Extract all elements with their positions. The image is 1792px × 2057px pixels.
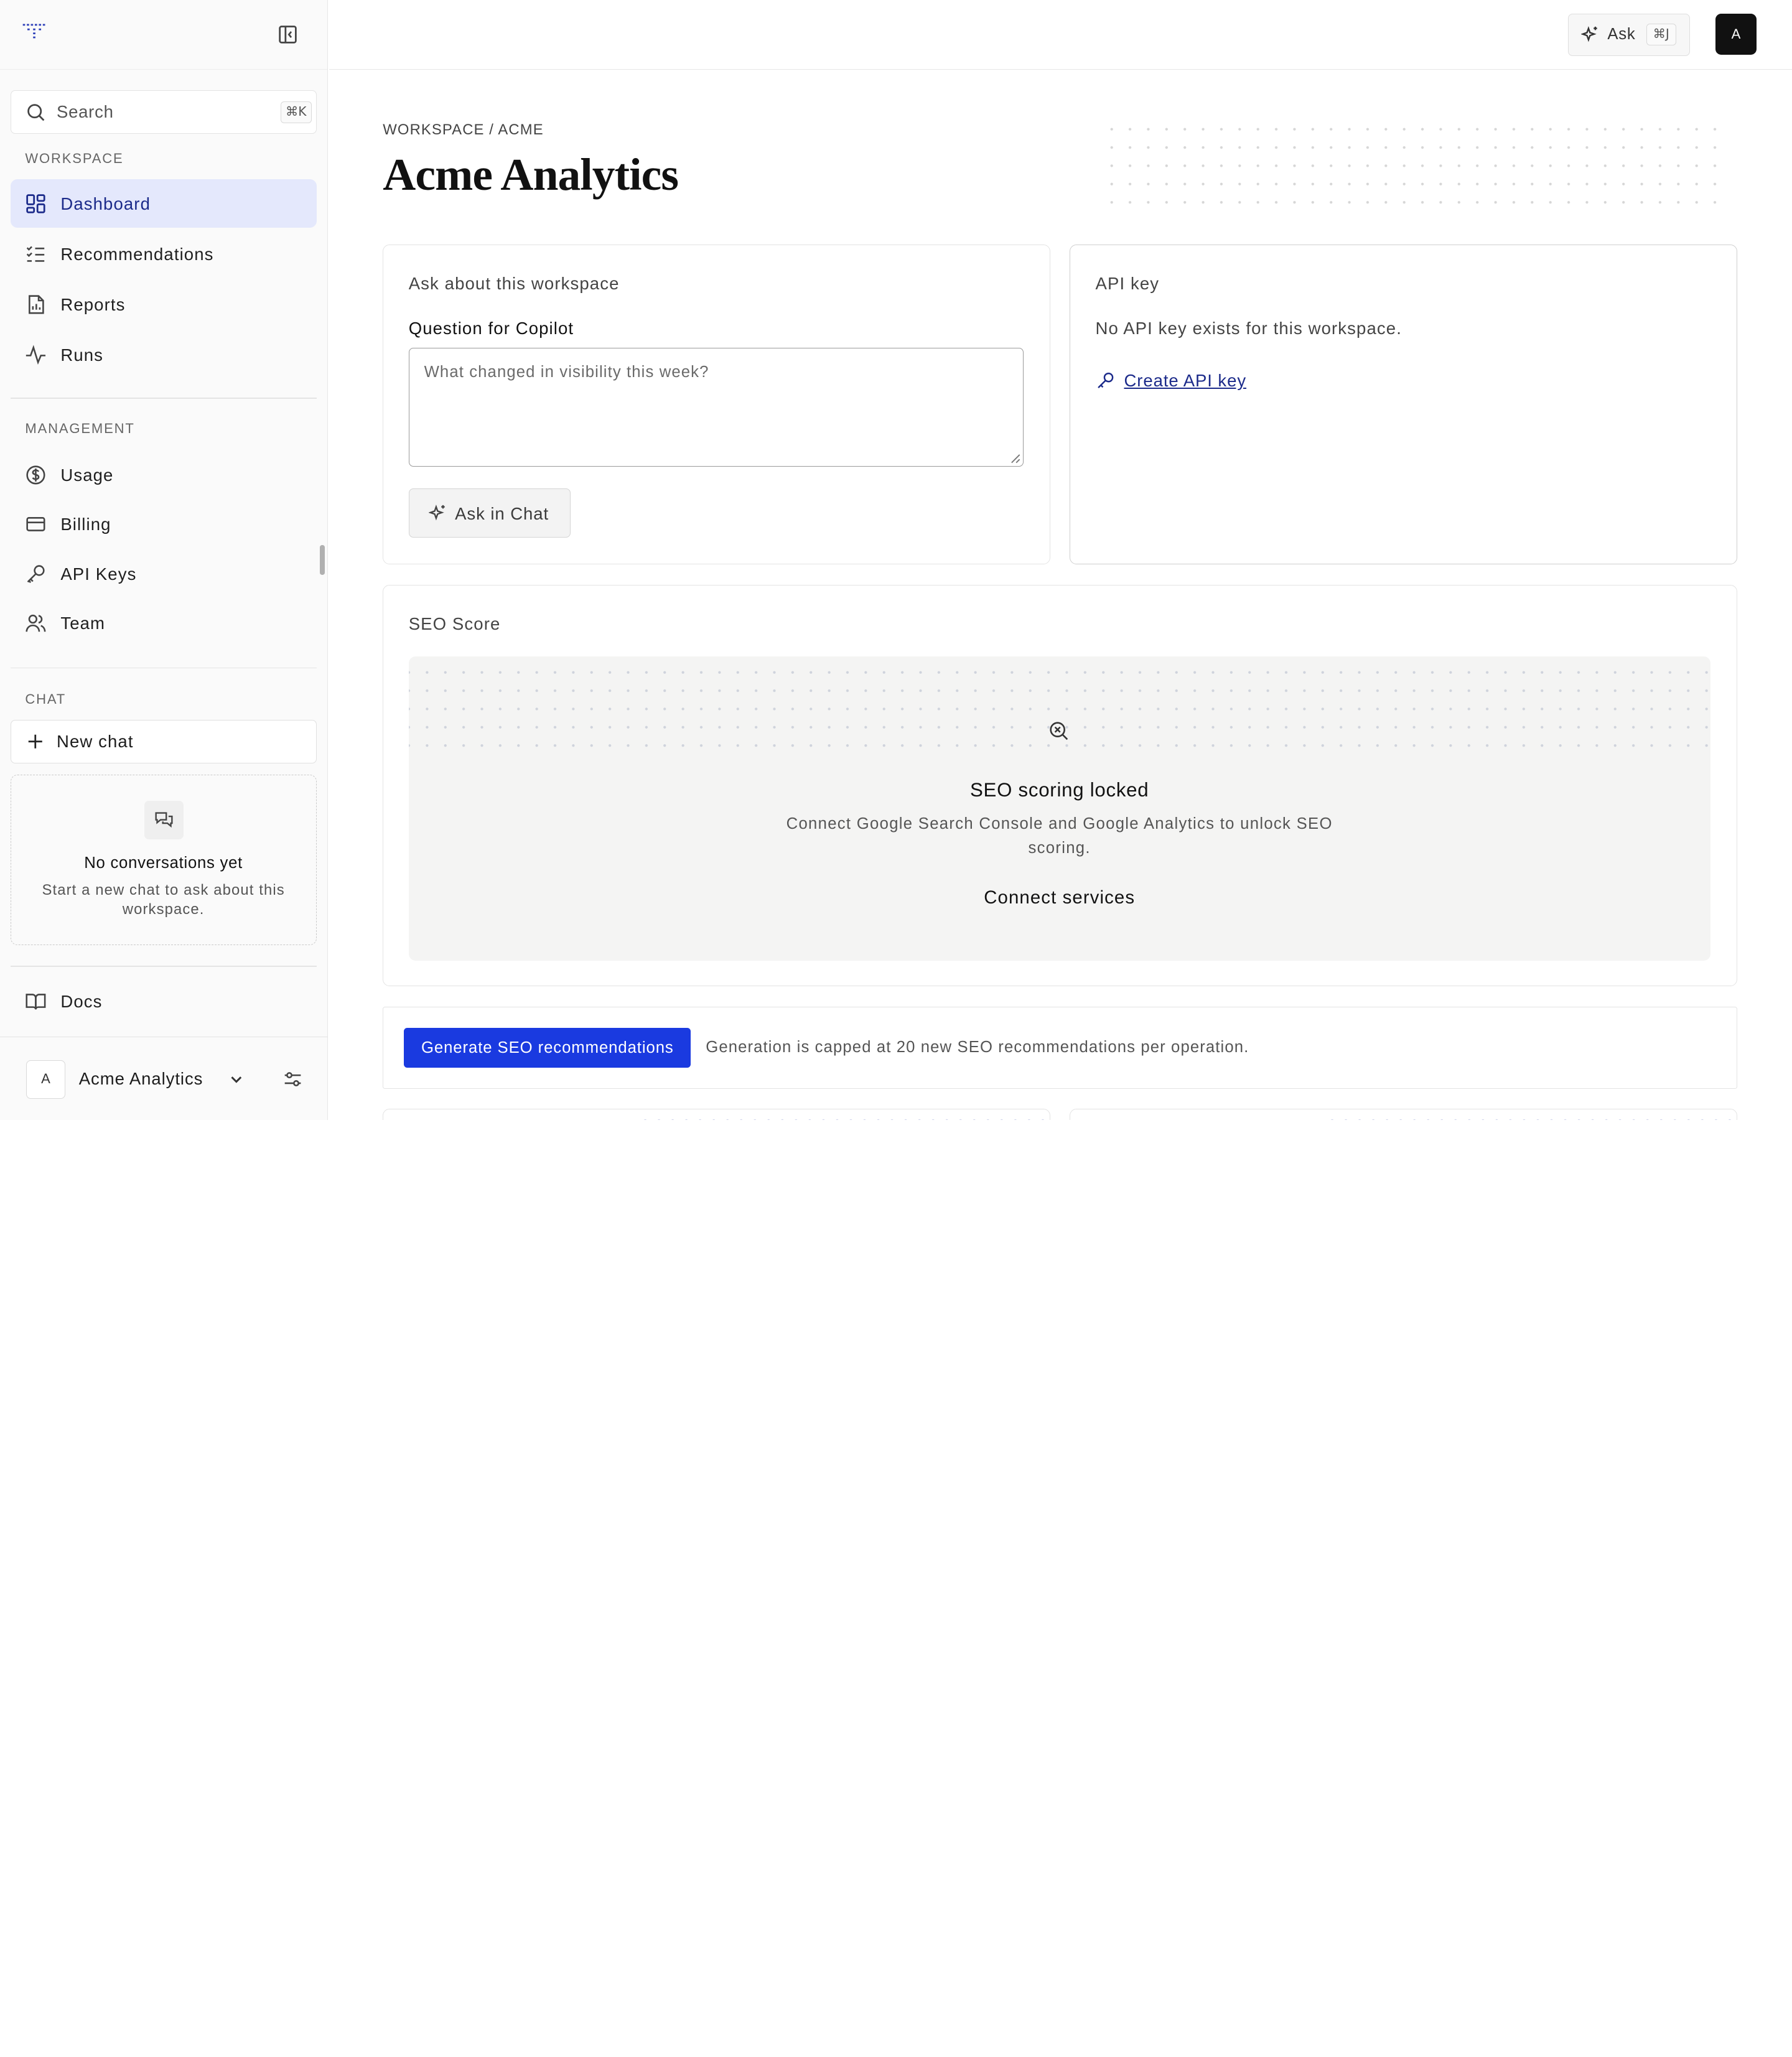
sidebar-divider <box>10 966 317 967</box>
section-label-chat: CHAT <box>25 691 67 707</box>
sidebar-divider <box>10 667 317 669</box>
chevron-down-icon[interactable] <box>228 1071 245 1088</box>
user-avatar[interactable]: A <box>1715 14 1757 55</box>
decorative-dot-grid <box>1325 1113 1737 1120</box>
sidebar-item-runs[interactable]: Runs <box>11 330 317 378</box>
sidebar-item-label: Billing <box>60 514 111 534</box>
book-icon <box>26 994 46 1010</box>
sidebar-item-billing[interactable]: Billing <box>11 500 317 548</box>
plus-icon <box>28 735 43 749</box>
create-api-key-label: Create API key <box>1124 371 1247 391</box>
search-icon <box>27 104 45 121</box>
ask-workspace-card: Ask about this workspace Question for Co… <box>383 245 1050 565</box>
sidebar-item-reports[interactable]: Reports <box>11 280 317 328</box>
sidebar-item-label: Reports <box>60 294 126 314</box>
card-title: API key <box>1095 273 1160 293</box>
connect-services-link[interactable]: Connect services <box>409 887 1710 908</box>
bottom-card-left <box>383 1108 1050 1120</box>
ask-in-chat-label: Ask in Chat <box>455 504 549 524</box>
sidebar-item-label: API Keys <box>60 564 137 584</box>
sidebar-scrollbar[interactable] <box>320 545 325 575</box>
sidebar-item-usage[interactable]: Usage <box>11 450 317 498</box>
key-icon <box>1097 372 1113 389</box>
seo-locked-subtitle: Connect Google Search Console and Google… <box>786 815 1333 857</box>
sidebar-item-label: Recommendations <box>60 245 214 264</box>
activity-icon <box>26 345 46 365</box>
settings-sliders-icon[interactable] <box>282 1069 303 1089</box>
sidebar-header <box>0 0 328 70</box>
sidebar-item-label: Dashboard <box>60 194 151 214</box>
workspace-avatar: A <box>26 1060 65 1099</box>
sidebar-item-label: Docs <box>60 992 103 1012</box>
key-icon <box>27 565 45 584</box>
ask-in-chat-button[interactable]: Ask in Chat <box>408 488 571 538</box>
seo-score-card: SEO Score SEO scoring locked Connect Goo… <box>383 585 1737 987</box>
decorative-dot-grid <box>638 1113 1050 1120</box>
card-title: SEO Score <box>408 614 501 634</box>
app-root: Search ⌘K WORKSPACE Dashboard Recommenda… <box>0 0 1792 1120</box>
search-input[interactable]: Search ⌘K <box>10 90 317 134</box>
new-chat-button[interactable]: New chat <box>10 720 317 763</box>
logo-icon[interactable] <box>21 21 48 44</box>
sparkle-icon <box>1581 26 1597 42</box>
generate-recommendations-bar: Generate SEO recommendations Generation … <box>383 1007 1737 1089</box>
page-title: Acme Analytics <box>383 149 679 200</box>
checklist-icon <box>27 246 45 262</box>
ask-button[interactable]: Ask ⌘J <box>1567 14 1691 56</box>
ask-shortcut: ⌘J <box>1646 23 1676 45</box>
chat-bubbles-icon <box>144 800 184 840</box>
workspace-name: Acme Analytics <box>78 1069 203 1089</box>
empty-subtitle: Start a new chat to ask about this works… <box>42 882 285 918</box>
sidebar-item-label: Team <box>60 613 106 633</box>
dollar-icon <box>26 465 45 485</box>
sidebar-item-api-keys[interactable]: API Keys <box>11 549 317 597</box>
generation-cap-note: Generation is capped at 20 new SEO recom… <box>706 1038 1249 1056</box>
sidebar-item-recommendations[interactable]: Recommendations <box>11 230 317 278</box>
sidebar-item-label: Usage <box>60 465 114 485</box>
credit-card-icon <box>26 516 45 531</box>
dashboard-icon <box>26 194 45 213</box>
new-chat-label: New chat <box>56 732 134 752</box>
empty-conversations: No conversations yet Start a new chat to… <box>10 775 317 945</box>
question-placeholder: What changed in visibility this week? <box>424 363 709 381</box>
sparkle-icon <box>428 505 445 521</box>
section-label-workspace: WORKSPACE <box>25 151 124 167</box>
api-key-message: No API key exists for this workspace. <box>1095 318 1402 338</box>
sidebar: Search ⌘K WORKSPACE Dashboard Recommenda… <box>0 0 329 1120</box>
seo-locked-panel: SEO scoring locked Connect Google Search… <box>408 656 1710 961</box>
users-icon <box>26 615 46 632</box>
search-label: Search <box>56 102 114 122</box>
api-key-card: API key No API key exists for this works… <box>1070 245 1737 565</box>
collapse-sidebar-icon[interactable] <box>278 24 298 45</box>
seo-locked-title: SEO scoring locked <box>969 778 1149 801</box>
sidebar-item-label: Runs <box>60 345 104 365</box>
topbar: Ask ⌘J A <box>329 0 1792 70</box>
breadcrumb: WORKSPACE / ACME <box>383 121 544 138</box>
search-blocked-icon <box>1050 722 1068 740</box>
card-title: Ask about this workspace <box>408 273 620 293</box>
question-textarea[interactable]: What changed in visibility this week? <box>408 348 1024 467</box>
sidebar-item-dashboard[interactable]: Dashboard <box>10 179 317 228</box>
generate-seo-recommendations-button[interactable]: Generate SEO recommendations <box>404 1028 691 1068</box>
workspace-switcher[interactable]: A Acme Analytics <box>0 1036 329 1120</box>
search-shortcut: ⌘K <box>280 101 312 123</box>
bottom-card-right <box>1070 1108 1737 1120</box>
question-field-label: Question for Copilot <box>408 318 574 338</box>
decorative-dot-grid <box>1103 119 1732 210</box>
sidebar-item-team[interactable]: Team <box>11 599 317 646</box>
section-label-management: MANAGEMENT <box>25 420 135 436</box>
report-icon <box>29 295 45 314</box>
sidebar-divider <box>10 398 317 399</box>
empty-title: No conversations yet <box>84 854 243 872</box>
ask-label: Ask <box>1607 26 1636 44</box>
resize-grip-icon[interactable] <box>1010 454 1021 464</box>
sidebar-item-docs[interactable]: Docs <box>11 977 317 1025</box>
